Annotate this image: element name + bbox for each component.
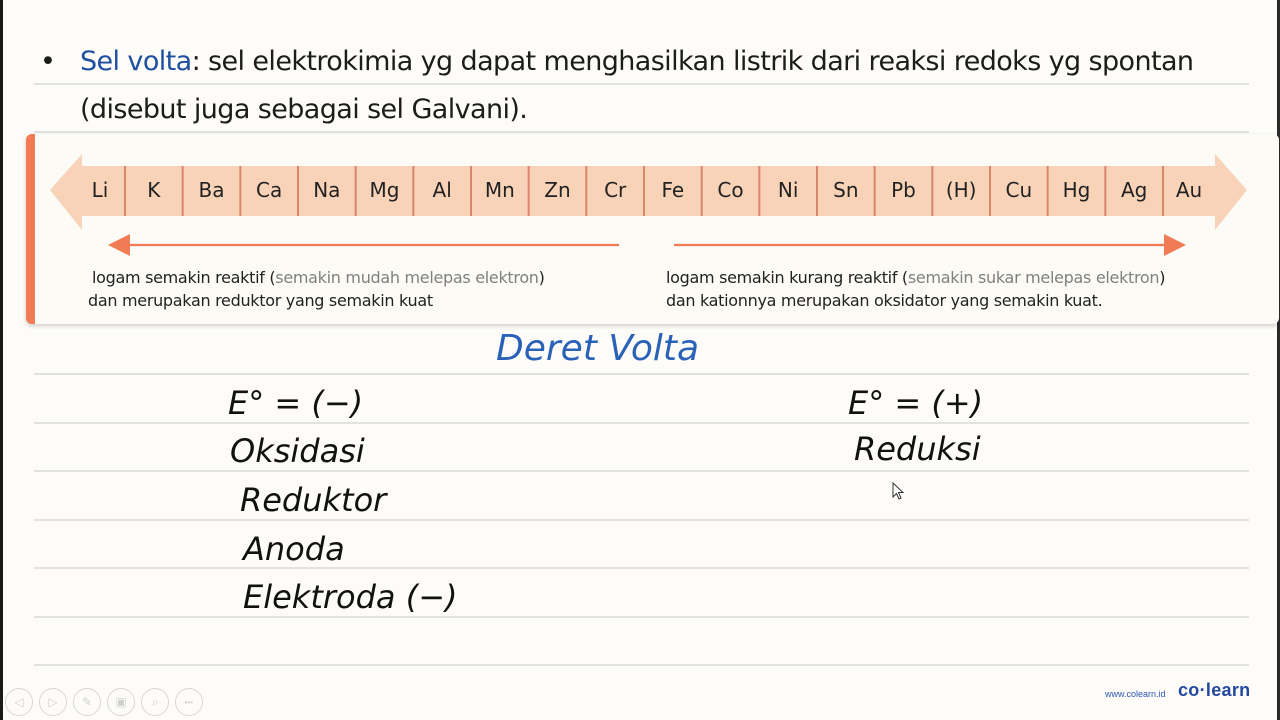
- element-Al: Al: [433, 178, 452, 202]
- brand-logo: co·learn: [1178, 680, 1251, 700]
- element-H: (H): [946, 178, 977, 202]
- handwritten-left-4: Anoda: [243, 530, 345, 568]
- ellipsis-icon: •••: [184, 697, 194, 707]
- handwritten-right-1: E° = (+): [848, 384, 984, 422]
- reactivity-arrowhead-left: [108, 234, 130, 256]
- element-Ba: Ba: [199, 178, 225, 202]
- more-options-button[interactable]: •••: [175, 688, 203, 716]
- ruled-line: [34, 567, 1249, 569]
- handwritten-left-3: Reduktor: [240, 481, 387, 519]
- slides-overview-button[interactable]: ▣: [107, 688, 135, 716]
- element-Au: Au: [1176, 178, 1202, 202]
- element-Cu: Cu: [1006, 178, 1033, 202]
- desc-text: ): [538, 268, 545, 287]
- ruled-line: [34, 470, 1249, 472]
- element-Ni: Ni: [778, 178, 799, 202]
- handwritten-right-2: Reduksi: [854, 430, 981, 468]
- slides-icon: ▣: [115, 695, 127, 709]
- element-Na: Na: [313, 178, 340, 202]
- element-Ca: Ca: [256, 178, 282, 202]
- next-slide-button[interactable]: ▷: [39, 688, 67, 716]
- desc-text: logam semakin kurang reaktif (: [666, 268, 908, 287]
- ruled-line: [34, 422, 1249, 424]
- pen-tool-button[interactable]: ✎: [73, 688, 101, 716]
- handwritten-left-1: E° = (−): [228, 384, 364, 422]
- element-K: K: [147, 178, 161, 202]
- desc-text: logam semakin reaktif (: [92, 268, 276, 287]
- element-Cr: Cr: [604, 178, 627, 202]
- element-Li: Li: [92, 178, 109, 202]
- desc-text: ): [1159, 268, 1166, 287]
- desc-line2: dan kationnya merupakan oksidator yang s…: [666, 291, 1103, 310]
- desc-muted: semakin sukar melepas elektron: [907, 268, 1160, 287]
- ruled-line: [34, 373, 1249, 375]
- magnifier-icon: ⌕: [151, 694, 159, 709]
- handwritten-left-2: Oksidasi: [230, 432, 365, 470]
- element-Co: Co: [717, 178, 743, 202]
- ruled-line: [34, 664, 1249, 666]
- pen-icon: ✎: [81, 695, 93, 709]
- previous-slide-button[interactable]: ◁: [5, 688, 33, 716]
- left-description: logam semakin reaktif (semakin mudah mel…: [88, 266, 545, 312]
- reactivity-arrowhead-right: [1164, 234, 1186, 256]
- mouse-cursor-icon: [892, 482, 905, 500]
- next-icon: ▷: [48, 695, 58, 709]
- element-Mn: Mn: [485, 178, 515, 202]
- desc-muted: semakin mudah melepas elektron: [275, 268, 539, 287]
- ruled-line: [34, 616, 1249, 618]
- handwritten-title: Deret Volta: [496, 328, 700, 369]
- brand-url: www.colearn.id: [1105, 689, 1166, 699]
- element-Sn: Sn: [833, 178, 858, 202]
- element-Ag: Ag: [1121, 178, 1147, 202]
- handwritten-left-5: Elektroda (−): [243, 578, 458, 616]
- element-Mg: Mg: [370, 178, 400, 202]
- desc-line2: dan merupakan reduktor yang semakin kuat: [88, 291, 433, 310]
- element-Fe: Fe: [661, 178, 684, 202]
- right-description: logam semakin kurang reaktif (semakin su…: [666, 266, 1166, 312]
- zoom-button[interactable]: ⌕: [141, 688, 169, 716]
- element-Pb: Pb: [891, 178, 916, 202]
- element-Hg: Hg: [1063, 178, 1091, 202]
- ruled-line: [34, 519, 1249, 521]
- slide-player-controls: ◁ ▷ ✎ ▣ ⌕ •••: [5, 688, 203, 716]
- element-Zn: Zn: [544, 178, 570, 202]
- previous-icon: ◁: [14, 695, 24, 709]
